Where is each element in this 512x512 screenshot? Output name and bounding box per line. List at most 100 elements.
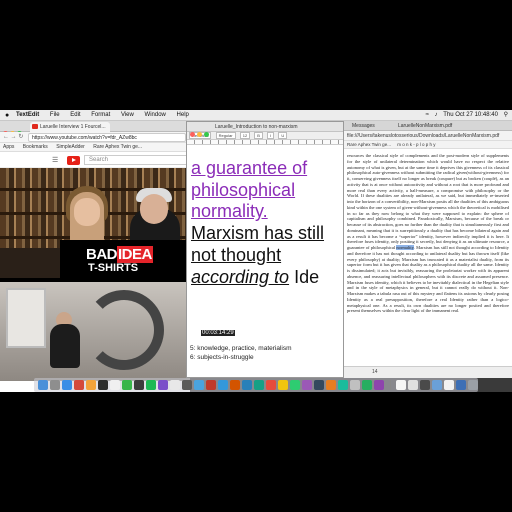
app-icon[interactable] — [134, 380, 144, 390]
safari-icon[interactable] — [62, 380, 72, 390]
pdf-address-bar[interactable]: file:///Users/takenuslotosserious/Downlo… — [344, 131, 512, 141]
bookmark-item[interactable]: Bookmarks — [23, 144, 48, 150]
document-icon[interactable] — [408, 380, 418, 390]
dock-divider — [390, 380, 391, 390]
app-menus: TextEdit File Edit Format View Window He… — [16, 110, 198, 120]
app-icon[interactable] — [122, 380, 132, 390]
font-size-select[interactable]: 12 — [239, 132, 251, 139]
launchpad-icon[interactable] — [50, 380, 60, 390]
youtube-logo-icon[interactable] — [67, 156, 80, 165]
calendar-icon[interactable] — [110, 380, 120, 390]
dock — [34, 378, 478, 392]
menu-window[interactable]: Window — [145, 112, 166, 118]
textedit-titlebar: Laruelle_Introduction to non-marxism — [187, 122, 343, 137]
app-icon[interactable] — [206, 380, 216, 390]
app-icon[interactable] — [86, 380, 96, 390]
document-icon[interactable] — [444, 380, 454, 390]
menu-bar: ● TextEdit File Edit Format View Window … — [0, 110, 512, 121]
pdf-status-bar: 14 — [344, 366, 512, 378]
menu-app-name[interactable]: TextEdit — [16, 112, 39, 118]
bookmark-item[interactable]: SimpleAdder — [56, 144, 85, 150]
folder-icon[interactable] — [456, 380, 466, 390]
note-line: 6: subjects-in-struggle — [190, 354, 254, 361]
pdf-text: resources the classical style of complem… — [347, 153, 509, 250]
youtube-header: ☰ Search — [0, 152, 190, 168]
app-icon[interactable] — [254, 380, 264, 390]
bookmark-item[interactable]: Rare Aphex Twin ge... — [93, 144, 142, 150]
apple-menu-icon[interactable]: ● — [5, 110, 9, 120]
pdf-text: . Marxism has still not thought accordin… — [347, 245, 509, 314]
app-icon[interactable] — [302, 380, 312, 390]
search-icon[interactable]: ⚲ — [504, 112, 508, 118]
browser-tab[interactable]: Laruelle Interview 1 Fourcel... — [30, 122, 110, 132]
zoom-icon[interactable] — [204, 132, 209, 137]
app-icon[interactable] — [278, 380, 288, 390]
tab-messages[interactable]: Messages — [352, 121, 375, 131]
doc-line: Marxism has still — [191, 223, 325, 244]
app-icon[interactable] — [374, 380, 384, 390]
doc-line: not thought — [191, 244, 282, 265]
downloads-icon[interactable] — [432, 380, 442, 390]
app-icon[interactable] — [314, 380, 324, 390]
address-bar[interactable]: https://www.youtube.com/watch?v=fdr_AZw8… — [28, 133, 186, 142]
app-icon[interactable] — [98, 380, 108, 390]
spotify-icon[interactable] — [146, 380, 156, 390]
app-icon[interactable] — [326, 380, 336, 390]
doc-line[interactable]: normality. — [191, 201, 341, 223]
youtube-search-input[interactable]: Search — [84, 155, 190, 165]
close-icon[interactable] — [190, 132, 195, 137]
document-icon[interactable] — [396, 380, 406, 390]
video-thumbnail[interactable] — [0, 278, 190, 381]
bookmarks-bar: Apps Bookmarks SimpleAdder Rare Aphex Tw… — [0, 143, 190, 152]
tab-pdf[interactable]: LaruelleNonMarxism.pdf — [398, 121, 452, 131]
doc-line[interactable]: a guarantee of — [191, 158, 341, 180]
app-icon[interactable] — [74, 380, 84, 390]
app-icon[interactable] — [338, 380, 348, 390]
volume-icon[interactable]: ♪ — [435, 112, 438, 118]
app-icon[interactable] — [182, 380, 192, 390]
menu-edit[interactable]: Edit — [70, 112, 80, 118]
menu-format[interactable]: Format — [91, 112, 110, 118]
back-forward-icon[interactable]: ← → ↻ — [3, 132, 23, 143]
bad-idea-banner: BADIDEA T-SHIRTS — [60, 240, 190, 278]
pdf-window: Messages LaruelleNonMarxism.pdf file:///… — [344, 121, 512, 378]
underline-button[interactable]: U — [278, 132, 288, 139]
browser-tabs: Laruelle Interview 1 Fourcel... — [0, 121, 190, 136]
trash-icon[interactable] — [468, 380, 478, 390]
bookmark-item[interactable]: Apps — [3, 144, 14, 150]
pdf-highlight[interactable]: normality — [396, 245, 414, 250]
app-icon[interactable] — [350, 380, 360, 390]
bookmark-item[interactable]: Rare Aphex Twin ge... — [347, 142, 391, 147]
app-icon[interactable] — [158, 380, 168, 390]
bookmark-item[interactable]: m o n k - p l o p h y — [397, 142, 435, 147]
app-icon[interactable] — [290, 380, 300, 390]
pdf-page[interactable]: resources the classical style of complem… — [344, 151, 512, 358]
app-icon[interactable] — [218, 380, 228, 390]
screen: ● TextEdit File Edit Format View Window … — [0, 110, 512, 392]
textedit-title: Laruelle_Introduction to non-marxism — [215, 124, 298, 130]
menu-help[interactable]: Help — [177, 112, 189, 118]
app-icon[interactable] — [362, 380, 372, 390]
pdf-tabs: Messages LaruelleNonMarxism.pdf — [344, 121, 512, 131]
document-body[interactable]: a guarantee of philosophical normality. … — [191, 158, 341, 288]
menu-file[interactable]: File — [50, 112, 60, 118]
folder-icon[interactable] — [420, 380, 430, 390]
bold-button[interactable]: B — [254, 132, 263, 139]
menu-view[interactable]: View — [121, 112, 134, 118]
textedit-window: Laruelle_Introduction to non-marxism Hel… — [186, 121, 344, 378]
app-icon[interactable] — [230, 380, 240, 390]
app-icon[interactable] — [242, 380, 252, 390]
app-icon[interactable] — [266, 380, 276, 390]
video-player[interactable]: BADIDEA T-SHIRTS — [0, 168, 190, 278]
finder-icon[interactable] — [38, 380, 48, 390]
minimize-icon[interactable] — [197, 132, 202, 137]
italic-button[interactable]: I — [267, 132, 275, 139]
app-icon[interactable] — [194, 380, 204, 390]
font-style-select[interactable]: Regular — [215, 132, 236, 139]
doc-line[interactable]: philosophical — [191, 180, 341, 202]
interviewer-face — [74, 198, 100, 226]
app-icon[interactable] — [170, 380, 180, 390]
menu-icon[interactable]: ☰ — [52, 156, 58, 164]
wifi-icon[interactable]: ≈ — [426, 112, 429, 118]
clock[interactable]: Thu Oct 27 10:48:40 — [443, 112, 498, 118]
